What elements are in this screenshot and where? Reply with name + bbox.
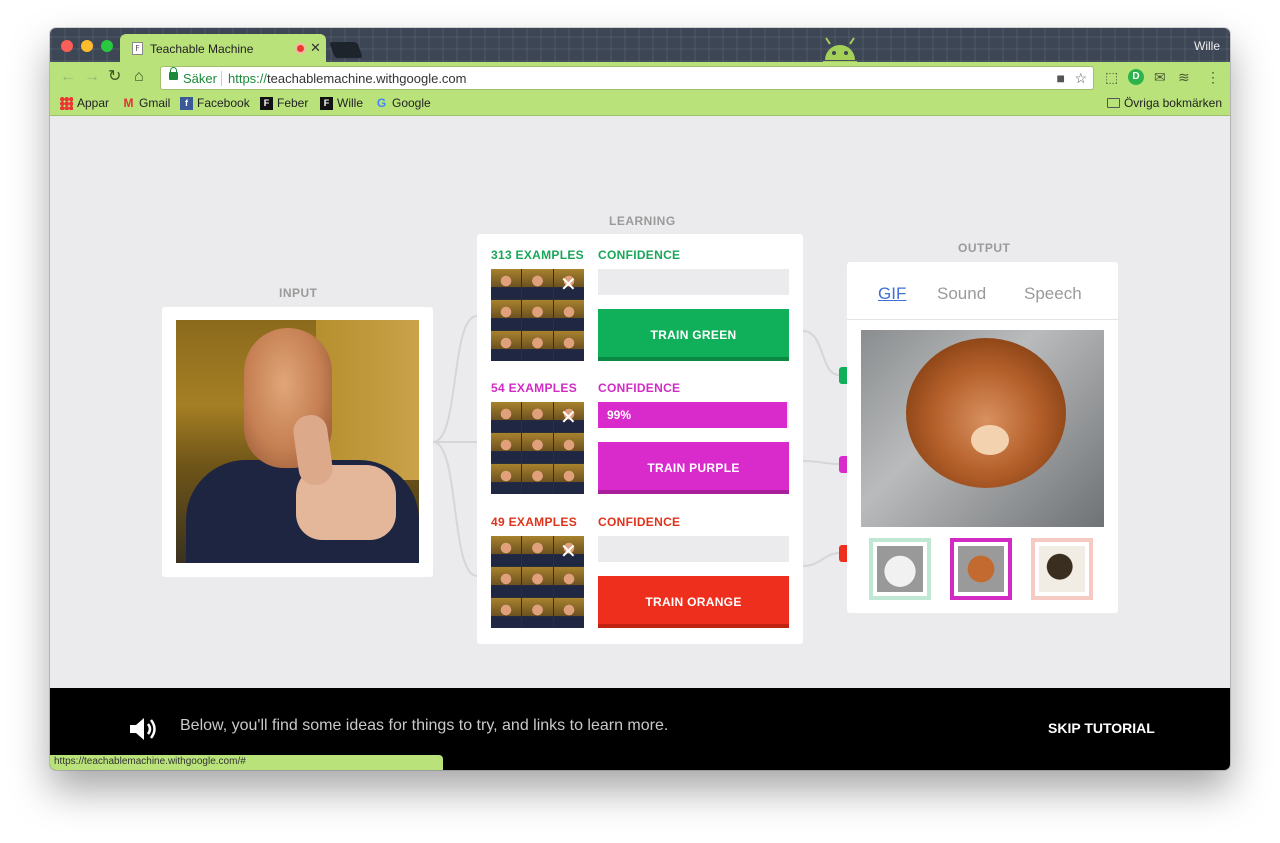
secure-label: Säker — [183, 71, 217, 86]
bookmark-google[interactable]: G Google — [375, 96, 431, 110]
facebook-icon: f — [180, 96, 193, 110]
train-green-button[interactable]: TRAIN GREEN — [598, 309, 789, 361]
bookmark-gmail[interactable]: M Gmail — [122, 95, 171, 110]
learning-card: 313 EXAMPLES CONFIDENCE ✕ TRAIN GREEN 54… — [477, 234, 803, 644]
reload-icon[interactable]: ↻ — [108, 68, 121, 86]
apps-grid-icon — [60, 96, 73, 110]
bookmark-label: Appar — [77, 96, 110, 110]
minimize-window-button[interactable] — [81, 40, 93, 52]
speaker-icon[interactable] — [128, 715, 160, 743]
page-content: INPUT LEARNING OUTPUT 313 EXAMPLES CONFI… — [50, 116, 1230, 688]
input-card — [162, 307, 433, 577]
clear-examples-icon[interactable]: ✕ — [560, 407, 577, 427]
bookmark-wille[interactable]: F Wille — [320, 96, 363, 110]
tab-gif[interactable]: GIF — [878, 284, 906, 304]
home-icon[interactable]: ⌂ — [134, 68, 144, 86]
forward-icon[interactable]: → — [84, 68, 100, 86]
menu-icon[interactable]: ⋮ — [1206, 69, 1220, 85]
omnibox-divider — [221, 71, 222, 86]
google-icon: G — [376, 95, 387, 110]
examples-count-purple: 54 EXAMPLES — [491, 381, 577, 395]
confidence-value-purple: 99% — [607, 408, 632, 422]
browser-toolbar: ← → ↻ ⌂ Säker https://teachablemachine.w… — [50, 62, 1230, 92]
gif-thumbnail-green[interactable] — [869, 538, 931, 600]
android-theme-icon — [823, 37, 857, 64]
tab-title: Teachable Machine — [150, 42, 254, 56]
url-host: teachablemachine.withgoogle.com — [267, 71, 467, 86]
address-bar[interactable]: Säker https://teachablemachine.withgoogl… — [160, 66, 1094, 90]
bookmark-label: Facebook — [197, 96, 250, 110]
class-row-purple: 54 EXAMPLES CONFIDENCE ✕ 99% TRAIN PURPL… — [491, 381, 791, 506]
bookmark-label: Gmail — [139, 96, 171, 110]
train-orange-button[interactable]: TRAIN ORANGE — [598, 576, 789, 628]
confidence-bar-purple: 99% — [598, 402, 789, 428]
close-window-button[interactable] — [61, 40, 73, 52]
tab-speech[interactable]: Speech — [1024, 284, 1082, 304]
extension-green-icon[interactable]: D — [1128, 69, 1144, 85]
class-row-green: 313 EXAMPLES CONFIDENCE ✕ TRAIN GREEN — [491, 248, 791, 373]
confidence-bar-green — [598, 269, 789, 295]
train-purple-button[interactable]: TRAIN PURPLE — [598, 442, 789, 494]
tutorial-text: Below, you'll find some ideas for things… — [180, 717, 669, 734]
gif-thumbnail-orange[interactable] — [1031, 538, 1093, 600]
profile-name[interactable]: Wille — [1194, 39, 1220, 53]
url-scheme: https:// — [228, 71, 268, 86]
gif-display — [861, 330, 1104, 527]
bookmark-label: Google — [392, 96, 431, 110]
skip-tutorial-button[interactable]: SKIP TUTORIAL — [1048, 720, 1155, 736]
feber-icon: F — [260, 96, 273, 110]
browser-tab[interactable]: F Teachable Machine ✕ — [120, 34, 326, 62]
output-marker-green — [839, 367, 847, 384]
tab-sound[interactable]: Sound — [937, 284, 986, 304]
new-tab-button[interactable] — [329, 42, 363, 58]
output-tabs: GIF Sound Speech — [847, 262, 1118, 320]
lock-icon — [169, 67, 178, 80]
examples-count-orange: 49 EXAMPLES — [491, 515, 577, 529]
tab-strip: F Teachable Machine ✕ Wille — [50, 28, 1230, 64]
class-row-orange: 49 EXAMPLES CONFIDENCE ✕ TRAIN ORANGE — [491, 515, 791, 640]
bookmark-label: Övriga bokmärken — [1123, 96, 1222, 110]
learning-label: LEARNING — [609, 214, 676, 228]
recording-icon — [295, 43, 306, 54]
folder-icon — [1106, 98, 1120, 108]
webcam-feed — [176, 320, 419, 563]
tab-close-icon[interactable]: ✕ — [310, 40, 321, 56]
maximize-window-button[interactable] — [101, 40, 113, 52]
bookmark-label: Wille — [337, 96, 363, 110]
camera-icon[interactable]: ■ — [1057, 70, 1065, 86]
bookmark-label: Feber — [277, 96, 309, 110]
gif-thumbnails — [869, 538, 1095, 600]
cast-icon[interactable]: ⬚ — [1105, 69, 1118, 85]
wille-icon: F — [320, 96, 333, 110]
output-label: OUTPUT — [958, 241, 1011, 255]
back-icon[interactable]: ← — [60, 68, 76, 86]
bookmark-facebook[interactable]: f Facebook — [180, 96, 250, 110]
bookmark-feber[interactable]: F Feber — [260, 96, 308, 110]
output-card: GIF Sound Speech — [847, 262, 1118, 613]
output-marker-purple — [839, 456, 847, 473]
mail-icon[interactable]: ✉ — [1154, 69, 1166, 85]
confidence-label-purple: CONFIDENCE — [598, 381, 681, 395]
examples-count-green: 313 EXAMPLES — [491, 248, 584, 262]
output-marker-orange — [839, 545, 847, 562]
bookmark-other-folder[interactable]: Övriga bokmärken — [1106, 96, 1222, 110]
confidence-label-orange: CONFIDENCE — [598, 515, 681, 529]
confidence-bar-orange — [598, 536, 789, 562]
input-label: INPUT — [279, 286, 318, 300]
status-url: https://teachablemachine.withgoogle.com/… — [50, 755, 443, 770]
buffer-icon[interactable]: ≋ — [1178, 69, 1190, 85]
favicon-icon: F — [132, 42, 143, 55]
bookmark-apps[interactable]: Appar — [60, 96, 109, 110]
browser-window: F Teachable Machine ✕ Wille ← → ↻ ⌂ Säke… — [50, 28, 1230, 770]
gmail-icon: M — [123, 95, 134, 110]
clear-examples-icon[interactable]: ✕ — [560, 541, 577, 561]
bookmark-star-icon[interactable]: ☆ — [1074, 70, 1087, 87]
url-text[interactable]: https://teachablemachine.withgoogle.com — [228, 71, 467, 86]
clear-examples-icon[interactable]: ✕ — [560, 274, 577, 294]
gif-thumbnail-purple[interactable] — [950, 538, 1012, 600]
bookmarks-bar: Appar M Gmail f Facebook F Feber F Wille G Go… — [50, 92, 1230, 116]
confidence-label-green: CONFIDENCE — [598, 248, 681, 262]
